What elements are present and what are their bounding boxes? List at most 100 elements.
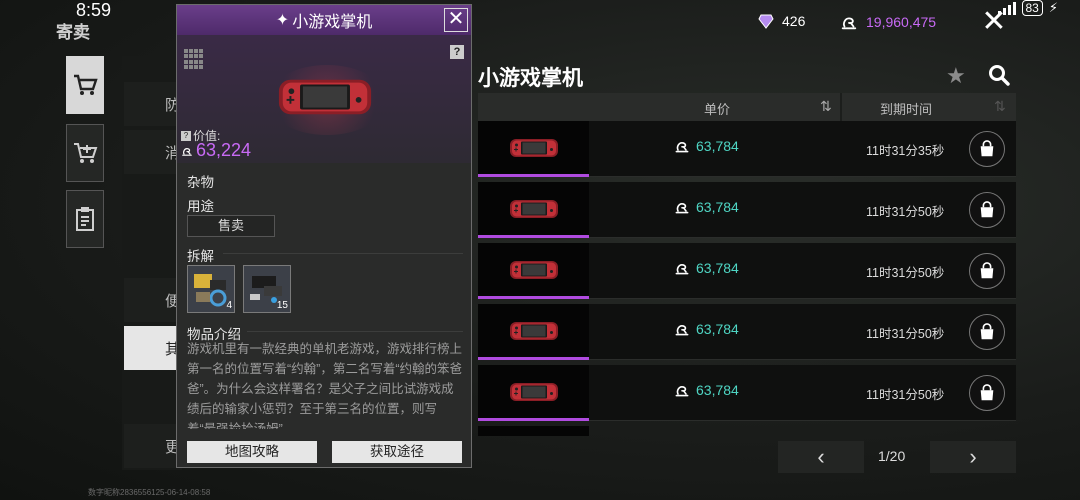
- row-expire-time: 11时31分50秒: [866, 388, 945, 402]
- coin-icon: [840, 13, 858, 31]
- row-price: 63,784: [674, 199, 739, 215]
- help-icon[interactable]: ?: [450, 45, 464, 59]
- close-icon[interactable]: ✕: [980, 7, 1008, 37]
- charging-icon: ⚡: [1048, 0, 1058, 15]
- row-divider: [589, 359, 1016, 360]
- coin-icon: [674, 382, 690, 398]
- coin-icon: [674, 321, 690, 337]
- column-header-expire[interactable]: 到期时间: [880, 99, 932, 118]
- prev-page-button[interactable]: ‹: [778, 441, 864, 473]
- shopping-bag-icon: [978, 323, 996, 341]
- clipboard-icon: [76, 207, 94, 231]
- cart-add-icon: [74, 143, 98, 163]
- category-item[interactable]: 消: [124, 130, 180, 174]
- item-value: 63,224: [181, 140, 251, 161]
- component-slot[interactable]: 15: [243, 265, 291, 313]
- shopping-cart-icon: [74, 74, 98, 95]
- help-icon[interactable]: ?: [181, 130, 191, 141]
- coin-balance: 19,960,475: [840, 13, 936, 31]
- item-description: 游戏机里有一款经典的单机老游戏，游戏排行榜上第一名的位置写着“约翰”，第二名写着…: [187, 342, 463, 429]
- popup-header: ✦ 小游戏掌机 ✕: [177, 5, 471, 35]
- row-divider: [589, 237, 1016, 238]
- page-title: 寄卖: [56, 23, 90, 42]
- diamond-icon: [758, 14, 774, 29]
- row-price: 63,784: [674, 138, 739, 154]
- gem-count: 426: [782, 13, 806, 29]
- item-detail-popup: ✦ 小游戏掌机 ✕ ? ? 价值: 63,224 杂物 用途 售卖 拆解 4 1…: [176, 4, 472, 468]
- column-header-price[interactable]: 单价: [704, 99, 730, 118]
- sort-expire-icon[interactable]: ⇅: [994, 98, 1006, 115]
- category-item[interactable]: 便: [124, 278, 180, 322]
- shopping-bag-icon: [978, 140, 996, 158]
- handheld-console-icon: [277, 75, 373, 119]
- rarity-bar: [478, 235, 589, 238]
- listing-row[interactable]: 63,784 11时31分50秒: [478, 365, 1016, 421]
- price-value: 63,784: [696, 138, 739, 154]
- obtain-source-button[interactable]: 获取途径: [332, 441, 462, 463]
- category-item[interactable]: 防: [124, 82, 180, 126]
- handheld-console-icon: [509, 380, 559, 404]
- item-thumbnail: [478, 365, 589, 418]
- listing-row[interactable]: 63,784 11时31分50秒: [478, 304, 1016, 360]
- rarity-bar: [478, 357, 589, 360]
- price-value: 63,784: [696, 382, 739, 398]
- coin-icon: [674, 199, 690, 215]
- sell-tab[interactable]: [66, 56, 104, 114]
- page-indicator: 1/20: [878, 448, 906, 464]
- item-thumbnail-partial: [478, 426, 589, 436]
- item-thumbnail: [478, 304, 589, 357]
- buy-button[interactable]: [969, 192, 1005, 228]
- row-expire-time: 11时31分50秒: [866, 327, 945, 341]
- popup-close-button[interactable]: ✕: [444, 8, 468, 32]
- dismantle-heading: 拆解: [187, 249, 214, 264]
- handheld-console-icon: [509, 258, 559, 282]
- row-divider: [589, 420, 1016, 421]
- chevron-left-icon: ‹: [817, 444, 825, 469]
- usage-tag: 售卖: [187, 215, 275, 237]
- row-price: 63,784: [674, 260, 739, 276]
- favorite-star-icon[interactable]: ★: [946, 63, 966, 89]
- map-guide-button[interactable]: 地图攻略: [187, 441, 317, 463]
- coin-icon: [181, 145, 193, 157]
- listing-title: 小游戏掌机: [478, 67, 583, 90]
- component-slot[interactable]: 4: [187, 265, 235, 313]
- item-thumbnail: [478, 121, 589, 174]
- listing-row[interactable]: 63,784 11时31分35秒: [478, 121, 1016, 177]
- rarity-bar: [478, 174, 589, 177]
- component-count: 4: [226, 300, 232, 311]
- row-divider: [589, 298, 1016, 299]
- popup-title: 小游戏掌机: [292, 14, 373, 31]
- component-count: 15: [276, 300, 288, 311]
- price-value: 63,784: [696, 321, 739, 337]
- item-preview: ? ? 价值: 63,224: [177, 35, 471, 163]
- coin-count: 19,960,475: [866, 14, 937, 30]
- buy-button[interactable]: [969, 375, 1005, 411]
- item-thumbnail: [478, 182, 589, 235]
- row-expire-time: 11时31分50秒: [866, 205, 945, 219]
- column-divider: [840, 93, 842, 121]
- section-divider: [223, 253, 463, 254]
- handheld-console-icon: [509, 319, 559, 343]
- category-item[interactable]: 更: [124, 424, 180, 468]
- category-item-selected[interactable]: 其: [124, 326, 180, 370]
- records-tab[interactable]: [66, 190, 104, 248]
- buy-tab[interactable]: [66, 124, 104, 182]
- grid-size-icon: [184, 49, 204, 69]
- search-icon[interactable]: [988, 64, 1010, 86]
- shopping-bag-icon: [978, 262, 996, 280]
- coin-icon: [674, 138, 690, 154]
- buy-button[interactable]: [969, 314, 1005, 350]
- sort-price-icon[interactable]: ⇅: [820, 98, 832, 115]
- listing-row[interactable]: 63,784 11时31分50秒: [478, 243, 1016, 299]
- price-value: 63,784: [696, 199, 739, 215]
- item-thumbnail: [478, 243, 589, 296]
- rarity-bar: [478, 418, 589, 421]
- table-header: 单价 ⇅ 到期时间 ⇅: [478, 93, 1016, 121]
- handheld-console-icon: [509, 136, 559, 160]
- listing-row[interactable]: 63,784 11时31分50秒: [478, 182, 1016, 238]
- handheld-console-icon: [509, 197, 559, 221]
- buy-button[interactable]: [969, 253, 1005, 289]
- row-expire-time: 11时31分50秒: [866, 266, 945, 280]
- next-page-button[interactable]: ›: [930, 441, 1016, 473]
- buy-button[interactable]: [969, 131, 1005, 167]
